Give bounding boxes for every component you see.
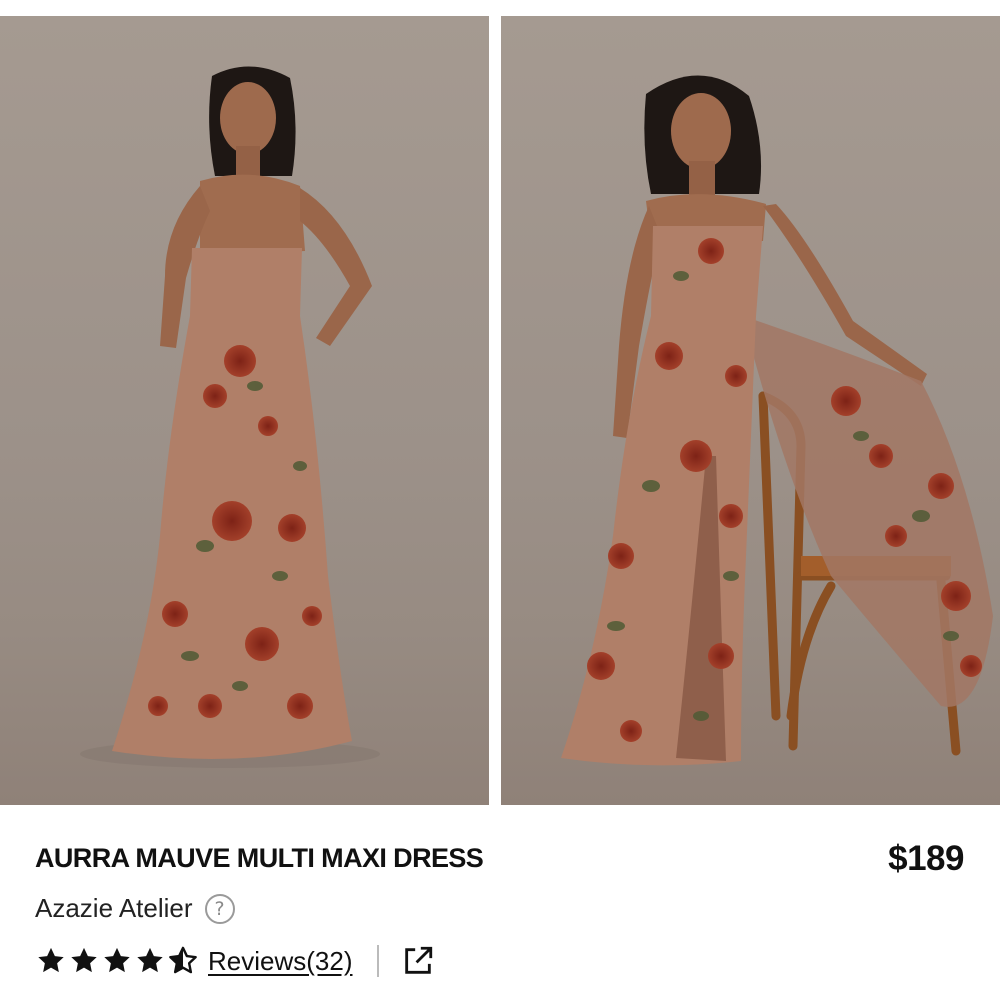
back-view-illustration (80, 66, 380, 768)
question-circle-icon[interactable]: ? (204, 893, 235, 924)
reviews-link[interactable]: Reviews(32) (208, 946, 353, 977)
star-half-icon (169, 946, 197, 974)
star-full-icon (104, 947, 130, 973)
star-rating[interactable] (35, 945, 200, 977)
brand-name[interactable]: Azazie Atelier (35, 893, 193, 924)
external-link-icon[interactable] (401, 944, 435, 978)
product-gallery (0, 16, 1000, 805)
front-view-illustration (561, 75, 993, 766)
star-full-icon (71, 947, 97, 973)
product-image-front-view[interactable] (501, 16, 1000, 805)
product-image-back-view[interactable] (0, 16, 489, 805)
divider (376, 945, 379, 977)
product-info: AURRA MAUVE MULTI MAXI DRESS $189 Azazie… (0, 805, 1000, 1000)
brand-row: Azazie Atelier ? (35, 893, 235, 924)
star-full-icon (38, 947, 64, 973)
product-title: AURRA MAUVE MULTI MAXI DRESS (35, 843, 484, 873)
product-price: $189 (888, 839, 964, 878)
star-full-icon (137, 947, 163, 973)
rating-row: Reviews(32) (35, 941, 435, 981)
